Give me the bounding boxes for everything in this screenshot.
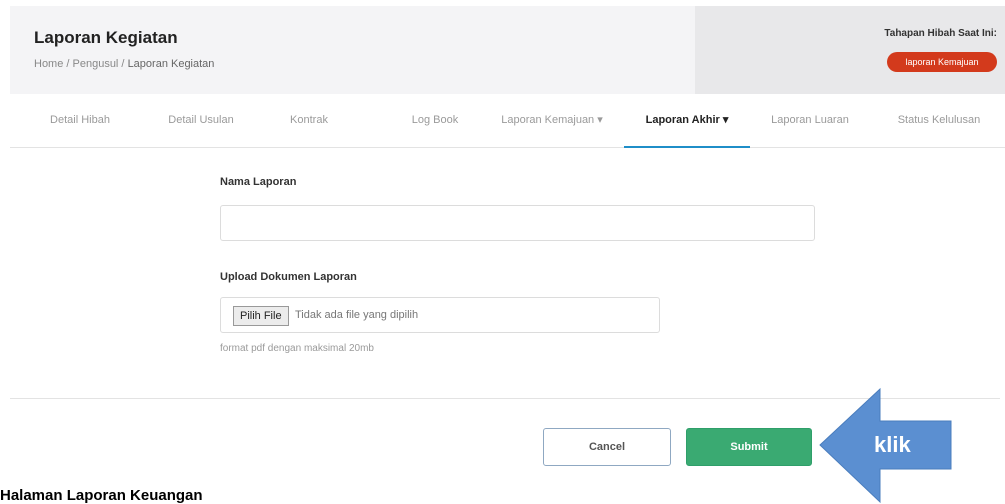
breadcrumb: Home / Pengusul / Laporan Kegiatan: [34, 58, 214, 70]
tab-status-kelulusan[interactable]: Status Kelulusan: [884, 100, 994, 148]
stage-panel: Tahapan Hibah Saat Ini: laporan Kemajuan: [695, 6, 1005, 94]
choose-file-button[interactable]: Pilih File: [233, 306, 289, 326]
file-status-text: Tidak ada file yang dipilih: [295, 309, 419, 321]
tab-laporan-luaran[interactable]: Laporan Luaran: [760, 100, 860, 148]
tab-log-book[interactable]: Log Book: [400, 100, 470, 148]
breadcrumb-current: Laporan Kegiatan: [127, 58, 215, 70]
tab-laporan-akhir[interactable]: Laporan Akhir ▾: [624, 100, 750, 148]
file-upload-field[interactable]: Pilih File Tidak ada file yang dipilih: [220, 297, 660, 333]
tab-detail-usulan[interactable]: Detail Usulan: [156, 100, 246, 148]
submit-button[interactable]: Submit: [686, 428, 812, 466]
page-header: Laporan Kegiatan Home / Pengusul / Lapor…: [10, 6, 1005, 94]
figure-caption: Halaman Laporan Keuangan: [0, 487, 203, 504]
report-name-input[interactable]: [220, 205, 815, 241]
cancel-button[interactable]: Cancel: [543, 428, 671, 466]
page-title: Laporan Kegiatan: [34, 28, 178, 47]
upload-help-text: format pdf dengan maksimal 20mb: [220, 343, 374, 354]
tab-detail-hibah[interactable]: Detail Hibah: [40, 100, 120, 148]
tab-bar: Detail Hibah Detail Usulan Kontrak Log B…: [10, 100, 1005, 148]
tab-kontrak[interactable]: Kontrak: [274, 100, 344, 148]
stage-badge: laporan Kemajuan: [887, 52, 997, 72]
stage-label: Tahapan Hibah Saat Ini:: [884, 28, 997, 39]
report-name-label: Nama Laporan: [220, 176, 297, 188]
arrow-label: klik: [874, 432, 911, 457]
upload-label: Upload Dokumen Laporan: [220, 271, 357, 283]
tab-laporan-kemajuan[interactable]: Laporan Kemajuan ▾: [494, 100, 610, 148]
breadcrumb-path[interactable]: Home / Pengusul /: [34, 58, 128, 70]
